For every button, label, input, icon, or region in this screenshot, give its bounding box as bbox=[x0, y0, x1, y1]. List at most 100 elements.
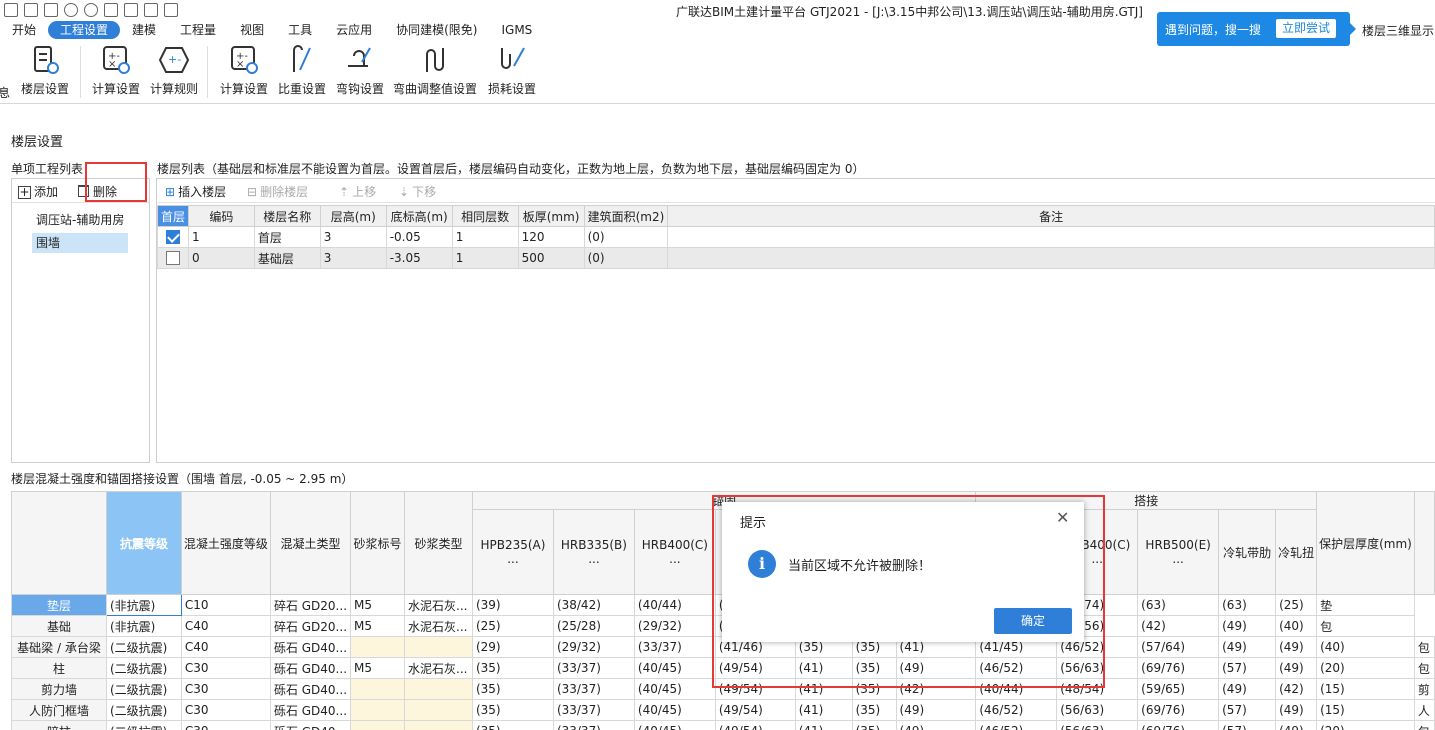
col-building-area[interactable]: 建筑面积(m2) bbox=[583, 205, 669, 227]
menu-collab[interactable]: 协同建模(限免) bbox=[384, 21, 489, 39]
table-cell[interactable] bbox=[350, 636, 405, 658]
table-cell[interactable]: (49) bbox=[1275, 636, 1318, 658]
cell-bottom[interactable]: -0.05 bbox=[385, 226, 453, 248]
table-cell[interactable]: C30 bbox=[180, 720, 271, 730]
first-floor-checkbox[interactable] bbox=[156, 226, 190, 248]
cell-code[interactable]: 1 bbox=[188, 226, 255, 248]
table-cell[interactable]: (49/54) bbox=[714, 699, 796, 721]
tree-item-fence[interactable]: 围墙 bbox=[32, 233, 128, 253]
table-cell[interactable]: (49) bbox=[895, 720, 977, 730]
menu-view[interactable]: 视图 bbox=[228, 21, 276, 39]
table-cell[interactable]: C30 bbox=[180, 657, 271, 679]
col-bottom-elevation[interactable]: 底标高(m) bbox=[385, 205, 453, 227]
table-cell[interactable]: (40) bbox=[1275, 615, 1318, 637]
table-cell[interactable]: (15) bbox=[1316, 678, 1415, 700]
table-cell[interactable]: (非抗震) bbox=[105, 594, 182, 616]
table-cell[interactable]: (42) bbox=[1137, 615, 1220, 637]
table-cell[interactable]: (63) bbox=[1137, 594, 1220, 616]
table-cell[interactable]: 水泥石灰... bbox=[404, 615, 473, 637]
table-cell[interactable]: (20) bbox=[1316, 657, 1415, 679]
table-cell[interactable]: 砾石 GD40... bbox=[269, 657, 352, 679]
table-cell[interactable]: (35) bbox=[851, 657, 897, 679]
floor-3d-display-label[interactable]: 楼层三维显示 bbox=[1362, 22, 1434, 39]
hook-settings-button[interactable]: 弯钩设置 bbox=[334, 44, 386, 97]
menu-igms[interactable]: IGMS bbox=[489, 21, 544, 39]
menu-project-settings[interactable]: 工程设置 bbox=[48, 21, 121, 39]
col-note[interactable]: 备注 bbox=[667, 205, 1435, 227]
col-mortar-type[interactable]: 砂浆类型 bbox=[404, 491, 473, 595]
table-cell[interactable]: (57) bbox=[1218, 657, 1277, 679]
table-cell[interactable]: (29) bbox=[471, 636, 554, 658]
close-icon[interactable]: ✕ bbox=[1056, 508, 1069, 527]
ribbon-partial-label[interactable]: 息 bbox=[0, 84, 10, 101]
col-hrb400[interactable]: HRB400(C) ... bbox=[633, 509, 716, 595]
menu-cloud[interactable]: 云应用 bbox=[324, 21, 384, 39]
table-cell[interactable]: 人 bbox=[1413, 699, 1435, 721]
table-cell[interactable]: (49) bbox=[895, 657, 977, 679]
col-cold-rolled-twisted[interactable]: 冷轧扭 bbox=[1275, 509, 1318, 595]
table-cell[interactable]: (38/42) bbox=[552, 594, 635, 616]
table-cell[interactable]: (15) bbox=[1316, 699, 1415, 721]
table-cell[interactable]: (35) bbox=[471, 720, 554, 730]
undo-icon[interactable] bbox=[64, 3, 78, 17]
table-cell[interactable]: (56/63) bbox=[1056, 720, 1139, 730]
table-cell[interactable]: (46/52) bbox=[975, 657, 1058, 679]
floor-settings-button[interactable]: 楼层设置 bbox=[20, 44, 70, 97]
table-cell[interactable]: (46/52) bbox=[975, 699, 1058, 721]
table-cell[interactable] bbox=[404, 699, 473, 721]
table-cell[interactable]: (29/32) bbox=[552, 636, 635, 658]
col-lap-hrb500[interactable]: HRB500(E) ... bbox=[1137, 509, 1220, 595]
table-cell[interactable]: (56/63) bbox=[1056, 657, 1139, 679]
table-cell[interactable]: (35) bbox=[471, 678, 554, 700]
table-cell[interactable]: 剪 bbox=[1413, 678, 1435, 700]
table-cell[interactable]: (35) bbox=[851, 678, 897, 700]
open-file-icon[interactable] bbox=[24, 3, 38, 17]
table-cell[interactable]: (63) bbox=[1218, 594, 1277, 616]
table-cell[interactable]: (40/45) bbox=[633, 678, 716, 700]
table-cell[interactable] bbox=[350, 699, 405, 721]
menu-modeling[interactable]: 建模 bbox=[120, 21, 168, 39]
table-cell[interactable]: (25) bbox=[471, 615, 554, 637]
calc-settings-button[interactable]: +- × 计算设置 bbox=[90, 44, 142, 97]
grid-icon[interactable] bbox=[124, 3, 138, 17]
table-cell[interactable]: (33/37) bbox=[552, 678, 635, 700]
table-cell[interactable]: 包 bbox=[1413, 636, 1435, 658]
new-file-icon[interactable] bbox=[4, 3, 18, 17]
col-hrb335[interactable]: HRB335(B) ... bbox=[552, 509, 635, 595]
table-cell[interactable]: (41) bbox=[794, 699, 853, 721]
table-cell[interactable]: C10 bbox=[180, 594, 271, 616]
cell-same[interactable]: 1 bbox=[451, 226, 519, 248]
table-cell[interactable]: (二级抗震) bbox=[105, 699, 182, 721]
col-seismic-grade[interactable]: 抗震等级 bbox=[105, 491, 182, 595]
menu-quantity[interactable]: 工程量 bbox=[168, 21, 228, 39]
move-down-button[interactable]: ⇣ 下移 bbox=[399, 183, 436, 200]
col-first-floor[interactable]: 首层 bbox=[156, 205, 190, 227]
table-cell[interactable]: (35) bbox=[851, 699, 897, 721]
table-cell[interactable]: 水泥石灰... bbox=[404, 594, 473, 616]
table-cell[interactable]: (42) bbox=[1275, 678, 1318, 700]
table-cell[interactable]: 砾石 GD40... bbox=[269, 678, 352, 700]
table-cell[interactable]: (25) bbox=[1275, 594, 1318, 616]
table-cell[interactable]: (二级抗震) bbox=[105, 636, 182, 658]
table-cell[interactable]: (49) bbox=[1275, 720, 1318, 730]
table-cell[interactable]: (46/52) bbox=[975, 720, 1058, 730]
cell-bottom[interactable]: -3.05 bbox=[385, 247, 453, 269]
cell-area[interactable]: (0) bbox=[583, 226, 669, 248]
table-cell[interactable]: 水泥石灰... bbox=[404, 657, 473, 679]
first-floor-checkbox[interactable] bbox=[156, 247, 190, 269]
col-slab-thickness[interactable]: 板厚(mm) bbox=[517, 205, 585, 227]
table-cell[interactable]: C40 bbox=[180, 636, 271, 658]
table-cell[interactable]: C40 bbox=[180, 615, 271, 637]
table-cell[interactable]: (40/44) bbox=[633, 594, 716, 616]
col-concrete-grade[interactable]: 混凝土强度等级 bbox=[180, 491, 271, 595]
table-cell[interactable]: 砾石 GD40... bbox=[269, 699, 352, 721]
table-cell[interactable]: (57) bbox=[1218, 699, 1277, 721]
table-cell[interactable]: (49) bbox=[1218, 678, 1277, 700]
table-cell[interactable]: (40/45) bbox=[633, 699, 716, 721]
table-cell[interactable]: (57) bbox=[1218, 720, 1277, 730]
cell-code[interactable]: 0 bbox=[188, 247, 255, 269]
table-cell[interactable]: (69/76) bbox=[1137, 699, 1220, 721]
table-cell[interactable]: (33/37) bbox=[552, 699, 635, 721]
col-floor-name[interactable]: 楼层名称 bbox=[253, 205, 321, 227]
table-cell[interactable]: 碎石 GD20... bbox=[269, 615, 352, 637]
